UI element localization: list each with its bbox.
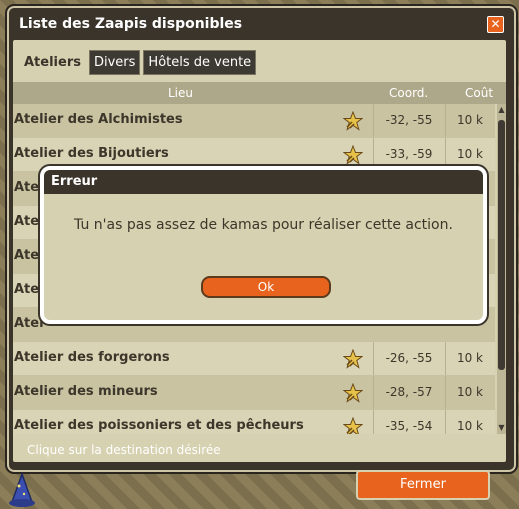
- scrollbar-thumb[interactable]: [498, 120, 505, 370]
- row-name: Atelier des Alchimistes: [14, 112, 183, 127]
- scroll-down-icon[interactable]: ▼: [497, 422, 506, 434]
- zaap-star-icon: [343, 349, 363, 369]
- column-header-lieu: Lieu: [168, 86, 194, 100]
- row-coord: -32, -55: [373, 104, 444, 137]
- tab-ateliers[interactable]: Ateliers: [19, 50, 86, 75]
- zaap-star-icon: [343, 417, 363, 434]
- row-coord: -26, -55: [373, 342, 444, 375]
- window-title: Liste des Zaapis disponibles: [19, 16, 243, 32]
- column-header-coord: Coord.: [389, 86, 429, 100]
- dialog-title: Erreur: [44, 170, 483, 194]
- table-row[interactable]: Atelier des poissoniers et des pêcheurs …: [13, 410, 495, 434]
- row-name: Atel: [14, 316, 44, 331]
- table-header: Lieu Coord. Coût: [13, 82, 506, 104]
- column-header-cout: Coût: [465, 86, 494, 100]
- zaap-star-icon: [343, 145, 363, 165]
- row-cost: 10 k: [445, 410, 494, 434]
- tab-hotels-de-vente[interactable]: Hôtels de vente: [143, 50, 257, 75]
- ok-button[interactable]: Ok: [201, 276, 331, 298]
- row-name: Atelier des mineurs: [14, 384, 158, 399]
- row-name: Atelier des forgerons: [14, 350, 170, 365]
- row-cost: 10 k: [445, 376, 494, 409]
- list-scrollbar[interactable]: ▲ ▼: [497, 104, 506, 434]
- row-cost: 10 k: [445, 104, 494, 137]
- window-titlebar: Liste des Zaapis disponibles ✕: [9, 8, 514, 40]
- table-row[interactable]: Atelier des forgerons -26, -55 10 k: [13, 342, 495, 376]
- table-row[interactable]: Atelier des mineurs -28, -57 10 k: [13, 376, 495, 410]
- row-name: Atelier des poissoniers et des pêcheurs: [14, 418, 304, 433]
- zaap-star-icon: [343, 383, 363, 403]
- tab-bar: Ateliers Divers Hôtels de vente: [19, 50, 257, 75]
- row-coord: -35, -54: [373, 410, 444, 434]
- destination-hint: Clique sur la destination désirée: [27, 443, 221, 457]
- tab-divers[interactable]: Divers: [88, 50, 141, 75]
- close-icon[interactable]: ✕: [487, 16, 504, 33]
- row-coord: -28, -57: [373, 376, 444, 409]
- row-name: Atelier des Bijoutiers: [14, 146, 169, 161]
- dialog-message: Tu n'as pas assez de kamas pour réaliser…: [74, 217, 453, 233]
- table-row[interactable]: Atelier des Alchimistes -32, -55 10 k: [13, 104, 495, 138]
- row-cost: 10 k: [445, 342, 494, 375]
- error-dialog: Erreur Tu n'as pas assez de kamas pour r…: [40, 166, 487, 324]
- fermer-button[interactable]: Fermer: [356, 470, 490, 500]
- zaap-star-icon: [343, 111, 363, 131]
- scroll-up-icon[interactable]: ▲: [497, 104, 506, 116]
- wizard-hat-icon: [9, 472, 35, 507]
